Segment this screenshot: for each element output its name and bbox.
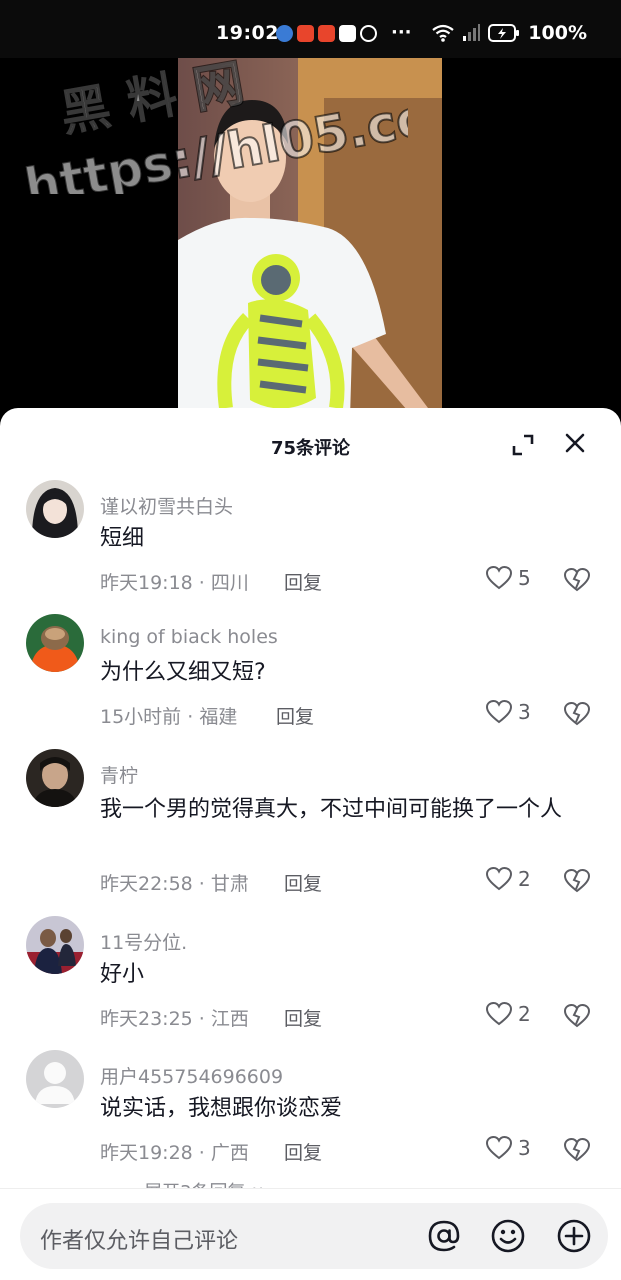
hotspot-icon xyxy=(360,25,377,42)
battery-icon xyxy=(488,24,520,42)
video-frame[interactable] xyxy=(178,58,442,418)
video-player[interactable] xyxy=(0,58,621,418)
comment-text: 我一个男的觉得真大，不过中间可能换了一个人 xyxy=(100,797,563,822)
comment-location: 四川 xyxy=(210,572,249,594)
like-count: 5 xyxy=(518,566,531,590)
comment-username[interactable]: 11号分位. xyxy=(100,928,187,955)
avatar[interactable] xyxy=(26,614,84,672)
like-button[interactable]: 3 xyxy=(486,1136,531,1160)
like-button[interactable]: 2 xyxy=(486,867,531,891)
comment-time: 昨天19:18 xyxy=(100,572,193,594)
comment-time: 15小时前 xyxy=(100,706,182,728)
more-notifications-icon: ··· xyxy=(391,22,412,43)
reply-button[interactable]: 回复 xyxy=(284,568,322,595)
app-notification-icon xyxy=(339,25,356,42)
avatar[interactable] xyxy=(26,916,84,974)
like-count: 3 xyxy=(518,700,531,724)
comment-username[interactable]: 青柠 xyxy=(100,761,138,788)
comments-sheet: 75条评论 谨以初雪共白头 短细 昨天19:18 · 四川 回复 5 king … xyxy=(0,408,621,1280)
dislike-icon[interactable] xyxy=(564,868,590,894)
comment-location: 甘肃 xyxy=(210,873,249,895)
status-time: 19:02 xyxy=(216,22,279,44)
comment-text: 为什么又细又短? xyxy=(100,660,266,685)
app-notification-icon xyxy=(318,25,335,42)
comment-meta: 昨天22:58 · 甘肃 xyxy=(100,873,249,895)
like-button[interactable]: 3 xyxy=(486,700,531,724)
emoji-icon[interactable] xyxy=(490,1218,526,1254)
avatar[interactable] xyxy=(26,480,84,538)
comment-username[interactable]: king of biack holes xyxy=(100,626,278,648)
heart-icon xyxy=(486,1136,512,1160)
app-notification-icon xyxy=(276,25,293,42)
expand-icon[interactable] xyxy=(508,430,538,460)
comment-input-bar: 作者仅允许自己评论 xyxy=(0,1188,621,1280)
heart-icon xyxy=(486,1002,512,1026)
close-icon[interactable] xyxy=(560,428,590,458)
like-button[interactable]: 5 xyxy=(486,566,531,590)
comment-time: 昨天22:58 xyxy=(100,873,193,895)
heart-icon xyxy=(486,700,512,724)
battery-percent: 100% xyxy=(528,22,587,44)
comment-username[interactable]: 用户455754696609 xyxy=(100,1062,283,1089)
avatar[interactable] xyxy=(26,1050,84,1108)
add-icon[interactable] xyxy=(556,1218,592,1254)
input-placeholder: 作者仅允许自己评论 xyxy=(40,1229,239,1254)
reply-button[interactable]: 回复 xyxy=(276,702,314,729)
dislike-icon[interactable] xyxy=(564,701,590,727)
reply-button[interactable]: 回复 xyxy=(284,869,322,896)
dislike-icon[interactable] xyxy=(564,1003,590,1029)
comment-location: 广西 xyxy=(210,1142,249,1164)
like-count: 2 xyxy=(518,1002,531,1026)
like-count: 2 xyxy=(518,867,531,891)
comment-meta: 昨天23:25 · 江西 xyxy=(100,1008,249,1030)
reply-button[interactable]: 回复 xyxy=(284,1138,322,1165)
avatar[interactable] xyxy=(26,749,84,807)
heart-icon xyxy=(486,566,512,590)
comment-text: 好小 xyxy=(100,962,145,987)
dislike-icon[interactable] xyxy=(564,567,590,593)
comment-input[interactable]: 作者仅允许自己评论 xyxy=(20,1203,608,1269)
wifi-icon xyxy=(432,24,454,42)
notification-icons xyxy=(276,25,377,42)
status-bar: 19:02 ··· 100% xyxy=(0,0,621,58)
comment-text: 短细 xyxy=(100,526,145,551)
heart-icon xyxy=(486,867,512,891)
reply-button[interactable]: 回复 xyxy=(284,1004,322,1031)
comment-location: 福建 xyxy=(199,706,238,728)
person-figure xyxy=(178,100,428,418)
comment-location: 江西 xyxy=(210,1008,249,1030)
system-status: 100% xyxy=(432,22,587,44)
like-count: 3 xyxy=(518,1136,531,1160)
like-button[interactable]: 2 xyxy=(486,1002,531,1026)
comment-username[interactable]: 谨以初雪共白头 xyxy=(100,492,233,519)
dislike-icon[interactable] xyxy=(564,1137,590,1163)
comment-meta: 昨天19:18 · 四川 xyxy=(100,572,249,594)
comment-time: 昨天19:28 xyxy=(100,1142,193,1164)
comment-meta: 15小时前 · 福建 xyxy=(100,706,238,728)
mention-icon[interactable] xyxy=(426,1218,462,1254)
signal-icon xyxy=(463,24,481,41)
comment-meta: 昨天19:28 · 广西 xyxy=(100,1142,249,1164)
comment-time: 昨天23:25 xyxy=(100,1008,193,1030)
comment-text: 说实话，我想跟你谈恋爱 xyxy=(100,1096,343,1121)
app-notification-icon xyxy=(297,25,314,42)
